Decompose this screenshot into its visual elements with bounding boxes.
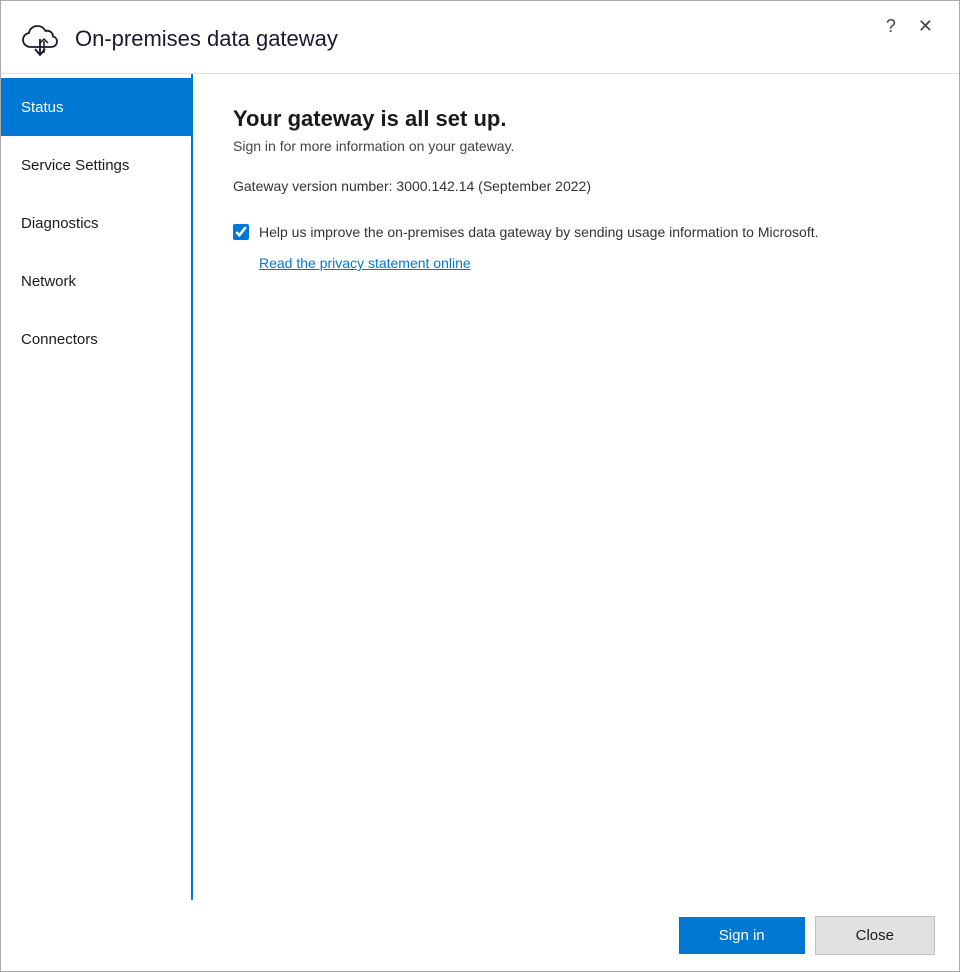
title-actions: ? ✕ (880, 15, 939, 37)
help-button[interactable]: ? (880, 15, 902, 37)
status-title: Your gateway is all set up. (233, 106, 919, 132)
gateway-icon (21, 19, 61, 59)
sidebar-item-service-settings[interactable]: Service Settings (1, 136, 191, 194)
sign-in-button[interactable]: Sign in (679, 917, 805, 954)
sidebar-item-connectors[interactable]: Connectors (1, 310, 191, 368)
usage-row: Help us improve the on-premises data gat… (233, 222, 919, 243)
sidebar-item-network[interactable]: Network (1, 252, 191, 310)
sidebar-item-status[interactable]: Status (1, 78, 191, 136)
content-area: Status Service Settings Diagnostics Netw… (1, 74, 959, 900)
sidebar-item-diagnostics[interactable]: Diagnostics (1, 194, 191, 252)
main-content: Your gateway is all set up. Sign in for … (193, 74, 959, 900)
title-bar: On-premises data gateway ? ✕ (1, 1, 959, 74)
dialog-window: On-premises data gateway ? ✕ Status Serv… (0, 0, 960, 972)
privacy-link[interactable]: Read the privacy statement online (259, 255, 919, 271)
footer: Sign in Close (1, 900, 959, 971)
sidebar: Status Service Settings Diagnostics Netw… (1, 74, 193, 900)
usage-checkbox[interactable] (233, 224, 249, 240)
status-subtitle: Sign in for more information on your gat… (233, 138, 919, 154)
app-title: On-premises data gateway (75, 26, 866, 52)
usage-text: Help us improve the on-premises data gat… (259, 222, 819, 243)
version-label: Gateway version number: 3000.142.14 (Sep… (233, 178, 919, 194)
close-button[interactable]: Close (815, 916, 935, 955)
close-window-button[interactable]: ✕ (912, 15, 939, 37)
